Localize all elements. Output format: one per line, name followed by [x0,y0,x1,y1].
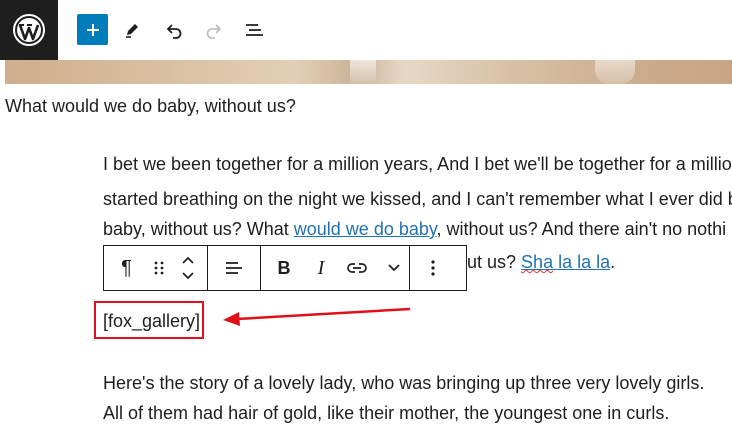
paragraph-text: . [610,252,616,272]
undo-icon [166,24,182,39]
paragraph-line[interactable]: All of them had hair of gold, like their… [103,398,669,428]
bold-button[interactable]: B [261,246,307,290]
paragraph-text: ut us? [467,252,522,272]
inline-link-text: la la la [553,252,611,272]
paragraph-block-button[interactable]: ¶ [104,246,149,290]
image-detail [595,60,635,84]
image-detail [350,60,376,84]
paragraph-line[interactable]: ut us? Sha la la la. [467,247,615,277]
align-left-icon [226,262,242,274]
block-toolbar: ¶ B I [103,245,467,291]
redo-button[interactable] [200,12,228,48]
annotation-highlight-box [94,301,204,339]
wordpress-logo-icon [13,14,45,46]
block-switcher-group: ¶ [104,246,208,290]
bold-icon: B [277,257,291,278]
inline-link[interactable]: would we do baby [294,219,437,239]
annotation-arrow [223,307,411,326]
plus-icon [86,23,99,36]
italic-button[interactable]: I [307,246,335,290]
add-block-button[interactable] [77,14,108,45]
inline-link[interactable]: Sha la la la [521,252,610,272]
list-view-button[interactable] [240,12,268,48]
list-view-icon [246,24,263,36]
paragraph-line[interactable]: I bet we been together for a million yea… [103,149,732,179]
more-formatting-button[interactable] [379,246,409,290]
paragraph-line[interactable]: baby, without us? What would we do baby,… [103,214,726,244]
content-heading-line[interactable]: What would we do baby, without us? [5,91,296,121]
paragraph-icon: ¶ [121,256,132,279]
alignment-group [208,246,261,290]
chevron-down-icon [388,264,400,272]
paragraph-line[interactable]: Here's the story of a lovely lady, who w… [103,368,704,398]
formatting-group: B I [261,246,410,290]
italic-icon: I [317,256,325,279]
undo-button[interactable] [160,12,188,48]
drag-handle[interactable] [149,246,169,290]
align-button[interactable] [208,246,260,290]
paragraph-line[interactable]: started breathing on the night we kissed… [103,184,732,214]
spellcheck-word: Sha [521,252,554,272]
pencil-icon [126,24,138,38]
options-button[interactable] [410,246,456,290]
featured-image-strip [5,60,732,84]
redo-icon [206,24,222,39]
link-button[interactable] [335,246,379,290]
edit-tools-button[interactable] [118,12,146,48]
editor-top-toolbar [0,0,732,60]
move-up-down-button[interactable] [169,246,207,290]
paragraph-text: baby, without us? What [103,219,294,239]
chevron-up-down-icon [182,256,194,280]
paragraph-text: , without us? And there ain't no nothi [436,219,727,239]
link-icon [347,263,367,273]
drag-handle-icon [154,261,164,275]
options-group [410,246,456,290]
wordpress-logo-button[interactable] [0,0,58,60]
vertical-ellipsis-icon [431,260,435,276]
